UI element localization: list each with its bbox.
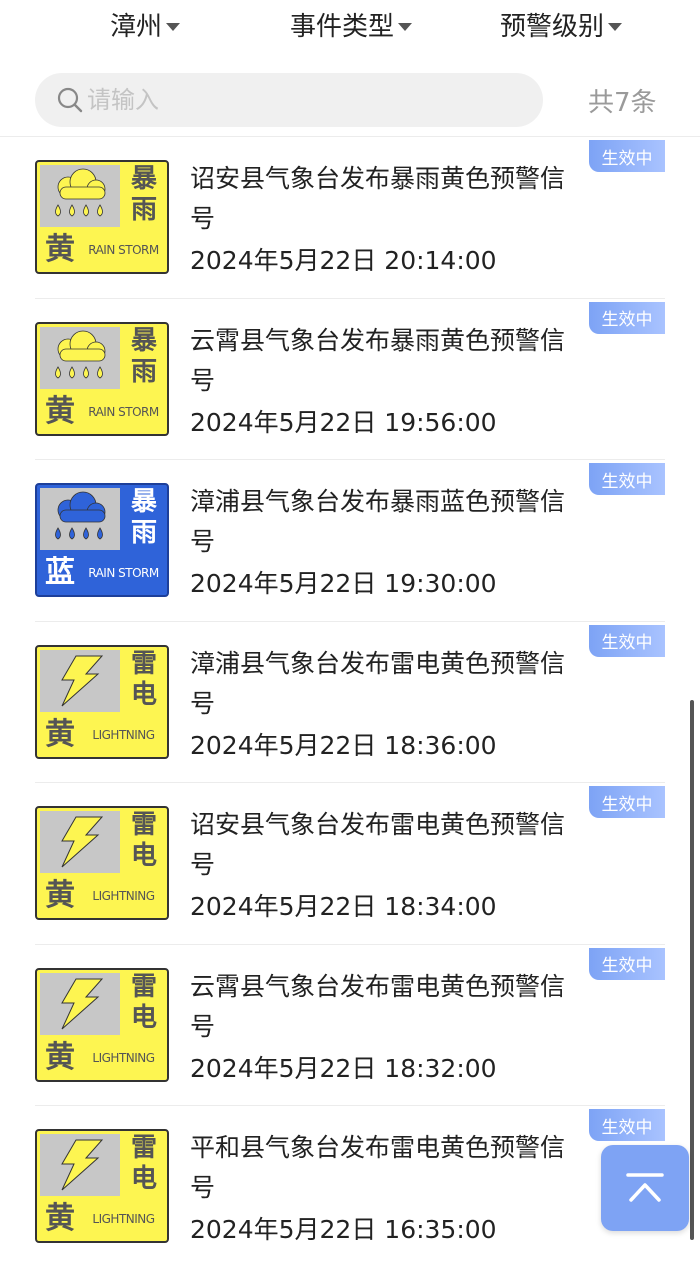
search-input[interactable] xyxy=(87,86,507,114)
english-label: LIGHTNING xyxy=(92,727,155,742)
type-char: 暴 xyxy=(130,325,157,356)
status-badge: 生效中 xyxy=(589,624,665,657)
rainstorm-warning-icon: 暴 雨 蓝 RAIN STORM xyxy=(35,483,169,597)
type-char: 雷 xyxy=(130,1133,157,1163)
warning-title: 诏安县气象台发布暴雨黄色预警信号 xyxy=(190,164,566,233)
caret-down-icon xyxy=(398,22,413,31)
warning-item[interactable]: 雷 电 黄 LIGHTNING 诏安县气象台发布雷电黄色预警信号 2024年5月… xyxy=(0,783,700,945)
status-badge: 生效中 xyxy=(589,947,665,980)
english-label: LIGHTNING xyxy=(92,1212,155,1226)
type-char: 电 xyxy=(130,679,157,710)
search-box[interactable] xyxy=(35,73,543,127)
level-char: 黄 xyxy=(45,232,75,267)
english-label: LIGHTNING xyxy=(92,889,155,903)
type-char: 雷 xyxy=(130,971,157,1002)
warning-item[interactable]: 雷 电 黄 LIGHTNING 平和县气象台发布雷电黄色预警信号 2024年5月… xyxy=(0,1106,700,1267)
status-badge: 生效中 xyxy=(589,140,665,172)
warning-title: 云霄县气象台发布雷电黄色预警信号 xyxy=(190,971,566,1041)
warning-item[interactable]: 雷 电 黄 LIGHTNING 云霄县气象台发布雷电黄色预警信号 2024年5月… xyxy=(0,945,700,1106)
type-char: 电 xyxy=(130,1002,157,1033)
filter-bar: 漳州 事件类型 预警级别 xyxy=(0,0,700,50)
warning-list: 暴 雨 黄 RAIN STORM 诏安县气象台发布暴雨黄色预警信号 2024年5… xyxy=(0,137,700,1267)
warning-title: 诏安县气象台发布雷电黄色预警信号 xyxy=(190,810,566,879)
caret-down-icon xyxy=(166,22,181,31)
type-char: 雷 xyxy=(130,648,157,679)
warning-time: 2024年5月22日 16:35:00 xyxy=(190,1215,497,1244)
lightning-warning-icon: 雷 电 黄 LIGHTNING xyxy=(35,806,169,920)
lightning-bolt-icon xyxy=(40,972,120,1035)
level-char: 蓝 xyxy=(45,555,75,590)
type-char: 雨 xyxy=(130,356,157,387)
english-label: RAIN STORM xyxy=(88,566,159,580)
level-char: 黄 xyxy=(45,1039,75,1075)
warning-time: 2024年5月22日 18:36:00 xyxy=(190,730,497,760)
city-filter[interactable]: 漳州 xyxy=(110,6,181,43)
rainstorm-warning-icon: 暴 雨 黄 RAIN STORM xyxy=(35,160,169,274)
rainstorm-warning-icon: 暴 雨 黄 RAIN STORM xyxy=(35,321,169,436)
level-filter[interactable]: 预警级别 xyxy=(500,6,623,43)
type-char: 雨 xyxy=(130,518,157,548)
english-label: LIGHTNING xyxy=(92,1050,155,1065)
warning-item[interactable]: 暴 雨 蓝 RAIN STORM 漳浦县气象台发布暴雨蓝色预警信号 2024年5… xyxy=(0,460,700,622)
event-type-filter[interactable]: 事件类型 xyxy=(290,6,413,43)
lightning-bolt-icon xyxy=(40,811,120,873)
status-badge: 生效中 xyxy=(589,301,665,334)
warning-time: 2024年5月22日 19:30:00 xyxy=(190,569,497,598)
status-badge: 生效中 xyxy=(589,463,665,495)
english-label: RAIN STORM xyxy=(88,243,159,257)
type-char: 雨 xyxy=(130,195,157,225)
arrow-up-icon xyxy=(626,1173,664,1202)
warning-time: 2024年5月22日 18:34:00 xyxy=(190,892,497,921)
warning-title: 漳浦县气象台发布雷电黄色预警信号 xyxy=(190,648,566,718)
type-char: 雷 xyxy=(130,810,157,840)
level-char: 黄 xyxy=(45,716,75,752)
warning-item[interactable]: 暴 雨 黄 RAIN STORM 云霄县气象台发布暴雨黄色预警信号 2024年5… xyxy=(0,299,700,460)
level-char: 黄 xyxy=(45,393,75,429)
lightning-warning-icon: 雷 电 黄 LIGHTNING xyxy=(35,644,169,759)
lightning-warning-icon: 雷 电 黄 LIGHTNING xyxy=(35,967,169,1082)
event-type-filter-label: 事件类型 xyxy=(290,12,395,42)
warning-title: 平和县气象台发布雷电黄色预警信号 xyxy=(190,1133,566,1202)
english-label: RAIN STORM xyxy=(88,404,159,419)
scrollbar[interactable] xyxy=(690,700,694,1240)
level-char: 黄 xyxy=(45,1201,75,1236)
level-filter-label: 预警级别 xyxy=(500,12,605,42)
lightning-bolt-icon xyxy=(40,1134,120,1196)
level-char: 黄 xyxy=(45,878,75,913)
lightning-warning-icon: 雷 电 黄 LIGHTNING xyxy=(35,1129,169,1243)
warning-item[interactable]: 暴 雨 黄 RAIN STORM 诏安县气象台发布暴雨黄色预警信号 2024年5… xyxy=(0,137,700,299)
warning-time: 2024年5月22日 18:32:00 xyxy=(190,1053,497,1083)
warning-title: 云霄县气象台发布暴雨黄色预警信号 xyxy=(190,325,566,395)
caret-down-icon xyxy=(608,22,623,31)
type-char: 暴 xyxy=(130,164,157,194)
rain-cloud-icon xyxy=(40,165,120,227)
city-filter-label: 漳州 xyxy=(110,12,163,42)
warning-title: 漳浦县气象台发布暴雨蓝色预警信号 xyxy=(190,487,566,556)
type-char: 暴 xyxy=(130,487,157,517)
rain-cloud-icon xyxy=(40,488,120,550)
status-badge: 生效中 xyxy=(589,1109,665,1141)
status-badge: 生效中 xyxy=(589,786,665,818)
type-char: 电 xyxy=(130,841,157,871)
warning-item[interactable]: 雷 电 黄 LIGHTNING 漳浦县气象台发布雷电黄色预警信号 2024年5月… xyxy=(0,622,700,783)
back-to-top-button[interactable] xyxy=(601,1145,689,1231)
search-icon xyxy=(57,87,83,113)
warning-time: 2024年5月22日 19:56:00 xyxy=(190,407,497,437)
warning-time: 2024年5月22日 20:14:00 xyxy=(190,246,497,275)
lightning-bolt-icon xyxy=(40,649,120,712)
rain-cloud-icon xyxy=(40,326,120,389)
result-count: 共7条 xyxy=(588,88,657,118)
type-char: 电 xyxy=(130,1164,157,1194)
